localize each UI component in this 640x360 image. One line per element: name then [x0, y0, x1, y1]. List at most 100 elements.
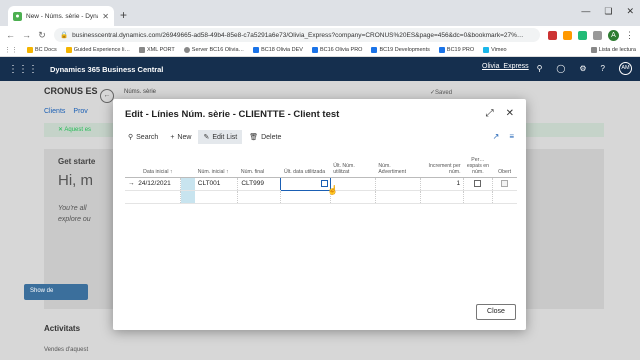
url-input[interactable]: 🔒 businesscentral.dynamics.com/26949665-…	[54, 28, 540, 42]
bc-icon	[311, 47, 318, 53]
cell-end-no[interactable]	[237, 190, 282, 204]
bookmark-5[interactable]: BC16 Olivia PRO	[311, 47, 362, 53]
bell-icon[interactable]: ◯	[556, 64, 565, 73]
dialog-close-icon[interactable]: ✕	[506, 108, 514, 119]
col-warning-no[interactable]: Núm. Advertiment	[375, 148, 421, 178]
cell-start-no[interactable]: CLT001	[194, 177, 239, 191]
open-checkbox	[501, 179, 509, 187]
new-button[interactable]: + New	[165, 130, 196, 144]
new-tab-button[interactable]: +	[120, 9, 127, 21]
cell-increment[interactable]: 1	[420, 177, 465, 191]
cell-start-no[interactable]	[194, 190, 239, 204]
puzzle-icon[interactable]	[593, 30, 602, 40]
profile-avatar[interactable]: A	[608, 29, 619, 41]
bookmark-8[interactable]: Vimeo	[483, 47, 507, 53]
bookmark-label: BC18 Olivia DEV	[261, 47, 303, 53]
col-start-no[interactable]: Núm. inicial ↑	[194, 148, 238, 178]
close-button[interactable]: Close	[476, 304, 516, 320]
reading-list[interactable]: Lista de lectura	[590, 47, 636, 53]
bookmark-label: Server BC16 Olivia…	[191, 47, 245, 53]
col-end-no[interactable]: Núm. final	[237, 148, 281, 178]
edit-list-label: Edit List	[212, 133, 238, 141]
browser-tabstrip: ● New - Núms. sèrie - Dynamics 3… ✕ + — …	[0, 0, 640, 26]
bookmark-0[interactable]: BC Docs	[27, 47, 57, 53]
activities-heading[interactable]: Activitats	[44, 324, 80, 333]
saved-status: ✓Saved	[430, 90, 453, 96]
cell-last-date-used[interactable]	[280, 190, 331, 204]
vimeo-icon	[483, 47, 490, 53]
reading-list-icon	[590, 47, 597, 53]
nav-clients[interactable]: Clients	[44, 108, 65, 115]
search-icon[interactable]: ⚲	[537, 64, 543, 73]
globe-icon	[183, 47, 190, 53]
cell-start-date[interactable]	[135, 190, 181, 204]
delete-label: Delete	[261, 133, 282, 141]
window-close-icon[interactable]: ✕	[626, 6, 634, 17]
table-row[interactable]	[125, 190, 517, 204]
expand-icon[interactable]: ⤢	[486, 108, 494, 119]
cell-allow-gaps[interactable]	[463, 177, 493, 191]
edit-list-button[interactable]: ✎ Edit List	[198, 130, 243, 144]
search-icon: ⚲	[128, 134, 134, 141]
apps-grid-icon[interactable]: ⋮⋮	[4, 46, 18, 54]
bookmark-4[interactable]: BC18 Olivia DEV	[253, 47, 303, 53]
nav-prov[interactable]: Prov	[73, 108, 87, 115]
bookmark-1[interactable]: Guided Experience li…	[65, 47, 130, 53]
minimize-icon[interactable]: —	[581, 6, 590, 17]
waffle-icon[interactable]: ⋮⋮⋮	[8, 64, 38, 75]
gear-icon[interactable]: ⚙	[579, 64, 586, 73]
reload-icon[interactable]: ↻	[38, 30, 46, 41]
table-row[interactable]: → 24/12/2021 CLT001 CLT999 1	[125, 176, 517, 191]
forward-icon[interactable]: →	[22, 30, 31, 40]
extension-icon[interactable]	[578, 30, 587, 40]
col-last-no-used[interactable]: Últ. Núm. utilitzat	[330, 148, 376, 178]
toolbar-right: ↗ ≡	[493, 132, 514, 141]
bc-header: ⋮⋮⋮ Dynamics 365 Business Central Olivia…	[0, 57, 640, 81]
col-last-date-used[interactable]: Últ. data utilitzada	[280, 148, 331, 178]
reading-list-label: Lista de lectura	[598, 47, 636, 53]
browser-tab[interactable]: ● New - Núms. sèrie - Dynamics 3… ✕	[8, 6, 114, 26]
cell-increment[interactable]	[420, 190, 465, 204]
bc-icon	[438, 47, 445, 53]
bc-favicon-icon: ●	[13, 11, 22, 21]
metamask-icon[interactable]	[563, 30, 572, 40]
menu-kebab-icon[interactable]: ⋮	[625, 30, 634, 41]
user-avatar[interactable]: AM	[619, 62, 632, 75]
col-increment[interactable]: Increment per núm.	[420, 148, 464, 178]
col-allow-gaps[interactable]: Per… espais en núm.	[463, 148, 493, 178]
delete-button[interactable]: 🗑 Delete	[244, 130, 286, 144]
row-arrow-icon[interactable]: →	[125, 177, 136, 191]
company-name[interactable]: Olivia_Express	[482, 63, 529, 70]
bc-icon	[371, 47, 378, 53]
back-icon[interactable]: ←	[6, 30, 15, 40]
allow-gaps-checkbox[interactable]	[474, 179, 482, 187]
extension-icon[interactable]	[548, 30, 557, 40]
new-label: New	[177, 133, 192, 141]
collapse-icon[interactable]: ←	[100, 89, 114, 103]
bookmark-7[interactable]: BC19 PRO	[438, 47, 474, 53]
edit-list-icon: ✎	[203, 134, 210, 141]
bookmark-6[interactable]: BC19 Developments	[371, 47, 430, 53]
help-icon[interactable]: ?	[601, 64, 605, 73]
maximize-icon[interactable]: ❏	[604, 6, 612, 17]
cell-spacer	[180, 190, 195, 204]
list-view-icon[interactable]: ≡	[509, 132, 514, 141]
share-icon[interactable]: ↗	[493, 132, 500, 141]
col-open[interactable]: Obert	[492, 148, 517, 178]
cell-last-date-used[interactable]	[280, 176, 331, 191]
cell-warning-no[interactable]	[375, 177, 421, 191]
cell-start-date[interactable]: 24/12/2021	[135, 177, 181, 191]
cell-end-no[interactable]: CLT999	[237, 177, 282, 191]
tab-close-icon[interactable]: ✕	[102, 12, 109, 21]
grid-header-row: Data inicial ↑ Núm. inicial ↑ Núm. final…	[125, 148, 517, 178]
cell-allow-gaps[interactable]	[463, 190, 493, 204]
tab-title: New - Núms. sèrie - Dynamics 3…	[26, 12, 98, 20]
folder-icon	[27, 47, 33, 53]
search-button[interactable]: ⚲ Search	[123, 130, 163, 144]
show-demo-button[interactable]: Show de	[24, 284, 88, 300]
cell-warning-no[interactable]	[375, 190, 421, 204]
plus-icon: +	[170, 133, 175, 141]
col-start-date[interactable]: Data inicial ↑	[135, 148, 181, 178]
bookmark-3[interactable]: Server BC16 Olivia…	[183, 47, 245, 53]
bookmark-2[interactable]: XML PORT	[138, 47, 175, 53]
